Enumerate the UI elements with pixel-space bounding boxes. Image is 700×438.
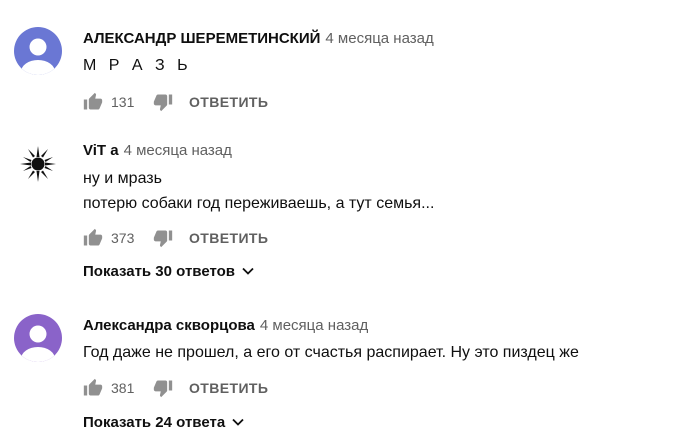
comment-actions: 381 ОТВЕТИТЬ [81, 376, 268, 400]
comment-timestamp[interactable]: 4 месяца назад [260, 317, 368, 334]
comment-header: Александра скворцова 4 месяца назад [83, 316, 368, 336]
show-replies-button[interactable]: Показать 24 ответа [83, 410, 245, 434]
comment-author[interactable]: Александра скворцова [83, 317, 255, 334]
default-user-icon [14, 314, 62, 362]
show-replies-label: Показать 24 ответа [83, 413, 226, 431]
dislike-button[interactable] [151, 376, 175, 400]
like-button[interactable] [81, 376, 105, 400]
thumbs-up-icon [83, 378, 103, 396]
chevron-down-icon [231, 415, 245, 429]
comment-text: Год даже не прошел, а его от счастья рас… [83, 344, 579, 361]
reply-button[interactable]: ОТВЕТИТЬ [189, 380, 268, 396]
thumbs-down-icon [153, 380, 173, 398]
comment-thread: Александра скворцова 4 месяца назад Год д… [0, 0, 700, 438]
avatar[interactable] [14, 314, 62, 362]
like-count: 381 [111, 380, 135, 396]
